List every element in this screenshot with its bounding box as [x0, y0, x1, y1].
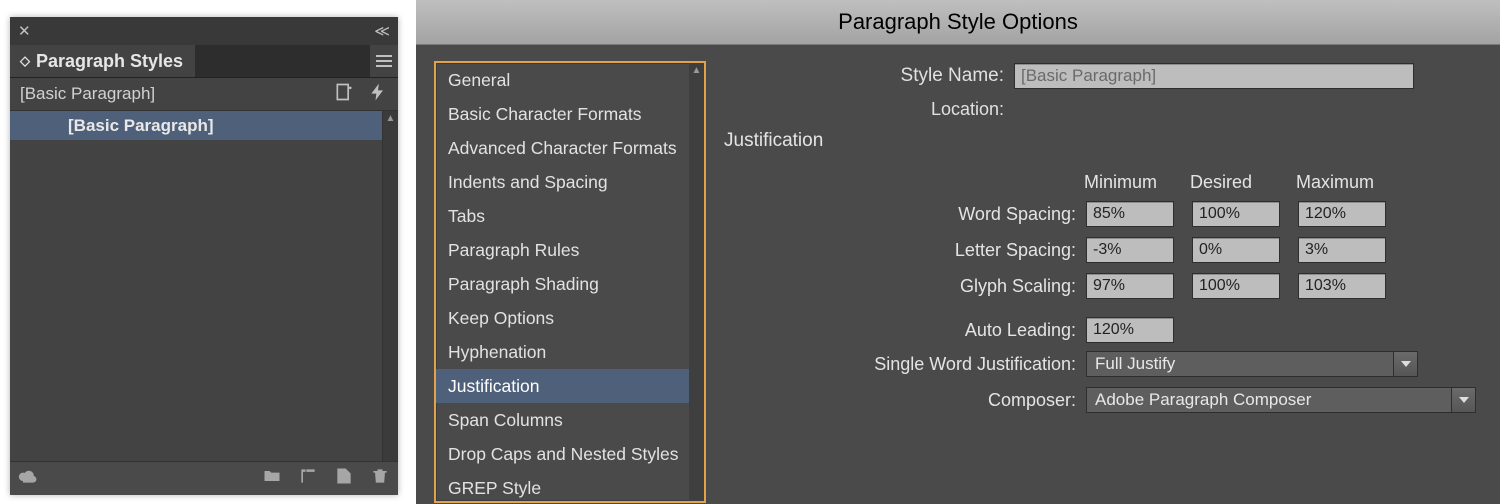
- word-spacing-label: Word Spacing:: [724, 204, 1076, 225]
- letter-spacing-desired[interactable]: [1192, 237, 1280, 263]
- style-name-field: [1014, 63, 1414, 89]
- styles-list: [Basic Paragraph] ▲: [10, 110, 398, 461]
- sidebar-item-hyphenation[interactable]: Hyphenation: [436, 335, 689, 369]
- section-title: Justification: [724, 130, 1476, 152]
- panel-footer: +: [10, 461, 398, 495]
- delete-style-icon[interactable]: [370, 466, 390, 491]
- new-style-button-icon[interactable]: [334, 466, 354, 491]
- panel-header-row: [Basic Paragraph]: [10, 78, 398, 110]
- glyph-scaling-max[interactable]: [1298, 273, 1386, 299]
- svg-text:+: +: [308, 474, 313, 484]
- sidebar-item-advanced-character-formats[interactable]: Advanced Character Formats: [436, 131, 689, 165]
- word-spacing-desired[interactable]: [1192, 201, 1280, 227]
- letter-spacing-min[interactable]: [1086, 237, 1174, 263]
- style-name-label: Style Name:: [724, 65, 1004, 87]
- auto-leading-label: Auto Leading:: [724, 320, 1076, 341]
- paragraph-styles-panel: ✕ ≪ ◇ Paragraph Styles [Basic Paragraph]…: [10, 17, 398, 495]
- list-item[interactable]: [Basic Paragraph]: [10, 111, 382, 140]
- sidebar-item-keep-options[interactable]: Keep Options: [436, 301, 689, 335]
- collapse-icon[interactable]: ≪: [374, 22, 390, 40]
- tab-paragraph-styles[interactable]: ◇ Paragraph Styles: [10, 45, 196, 77]
- composer-select[interactable]: Adobe Paragraph Composer: [1086, 387, 1476, 413]
- location-label: Location:: [724, 99, 1004, 120]
- single-word-select[interactable]: Full Justify: [1086, 351, 1418, 377]
- panel-top-bar: ✕ ≪: [10, 17, 398, 45]
- glyph-scaling-min[interactable]: [1086, 273, 1174, 299]
- sidebar-item-basic-character-formats[interactable]: Basic Character Formats: [436, 97, 689, 131]
- menu-icon: [376, 52, 392, 70]
- sidebar-item-paragraph-rules[interactable]: Paragraph Rules: [436, 233, 689, 267]
- close-icon[interactable]: ✕: [18, 22, 31, 40]
- current-style-label: [Basic Paragraph]: [20, 84, 155, 104]
- letter-spacing-label: Letter Spacing:: [724, 240, 1076, 261]
- sidebar-item-indents-and-spacing[interactable]: Indents and Spacing: [436, 165, 689, 199]
- sidebar-scrollbar[interactable]: ▲: [689, 63, 704, 501]
- style-groups-icon[interactable]: [262, 466, 282, 491]
- panel-menu-button[interactable]: [370, 45, 398, 77]
- sidebar-item-span-columns[interactable]: Span Columns: [436, 403, 689, 437]
- word-spacing-min[interactable]: [1086, 201, 1174, 227]
- tab-label: Paragraph Styles: [36, 51, 183, 72]
- glyph-scaling-desired[interactable]: [1192, 273, 1280, 299]
- new-style-icon[interactable]: [334, 82, 354, 107]
- cc-libraries-icon[interactable]: [18, 466, 38, 491]
- chevron-down-icon: [1451, 388, 1475, 412]
- sidebar-item-justification[interactable]: Justification: [436, 369, 689, 403]
- paragraph-style-options-dialog: Paragraph Style Options GeneralBasic Cha…: [416, 0, 1500, 504]
- word-spacing-max[interactable]: [1298, 201, 1386, 227]
- auto-leading-field[interactable]: [1086, 317, 1174, 343]
- dialog-title: Paragraph Style Options: [416, 0, 1500, 45]
- sidebar-item-grep-style[interactable]: GREP Style: [436, 471, 689, 503]
- single-word-label: Single Word Justification:: [724, 354, 1076, 375]
- glyph-scaling-label: Glyph Scaling:: [724, 276, 1076, 297]
- column-headers: Minimum Desired Maximum: [1084, 172, 1476, 193]
- chevron-down-icon: [1393, 352, 1417, 376]
- letter-spacing-max[interactable]: [1298, 237, 1386, 263]
- panel-scrollbar[interactable]: ▲: [382, 111, 398, 461]
- sidebar-item-paragraph-shading[interactable]: Paragraph Shading: [436, 267, 689, 301]
- list-item-label: [Basic Paragraph]: [68, 116, 214, 136]
- sidebar-item-drop-caps-and-nested-styles[interactable]: Drop Caps and Nested Styles: [436, 437, 689, 471]
- quick-apply-icon[interactable]: [368, 82, 388, 107]
- tab-indicator-icon: ◇: [20, 53, 30, 69]
- sidebar-item-general[interactable]: General: [436, 63, 689, 97]
- sidebar-item-tabs[interactable]: Tabs: [436, 199, 689, 233]
- dialog-category-list: GeneralBasic Character FormatsAdvanced C…: [434, 61, 706, 503]
- clear-overrides-icon[interactable]: +: [298, 466, 318, 491]
- composer-label: Composer:: [724, 390, 1076, 411]
